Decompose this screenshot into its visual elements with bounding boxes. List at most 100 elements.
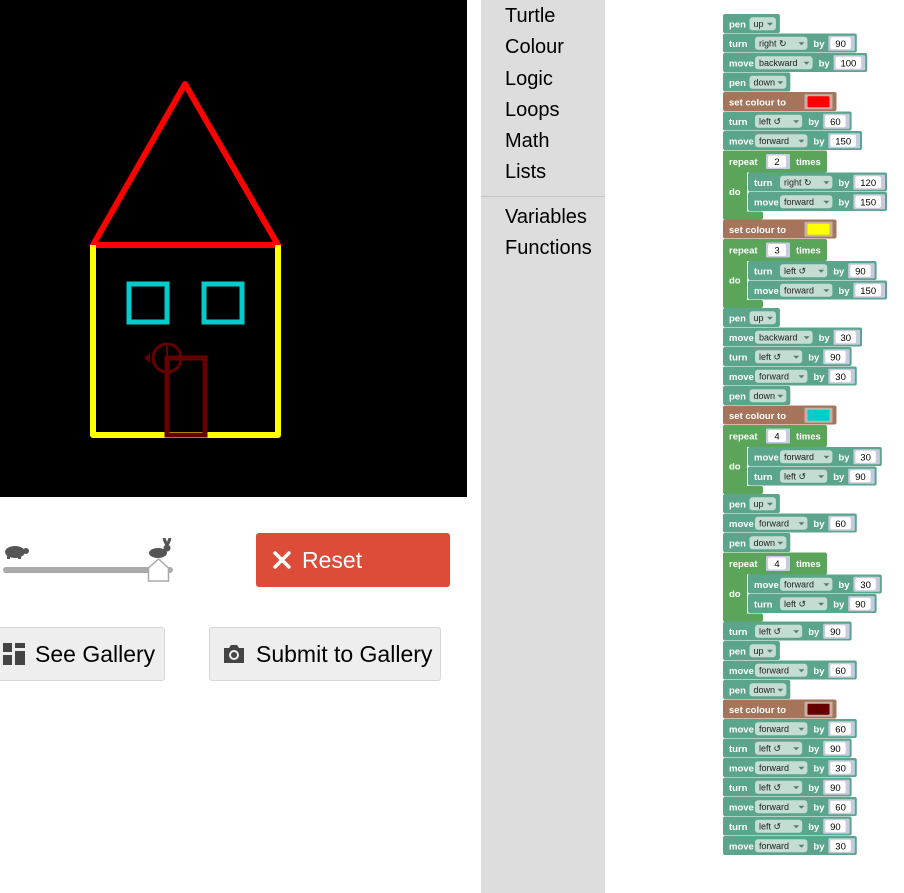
pen-dropdown[interactable]: down <box>749 75 787 89</box>
number-input[interactable]: 30 <box>828 368 855 384</box>
repeat-count-input[interactable]: 4 <box>766 556 790 571</box>
move-direction-dropdown[interactable]: forward <box>780 577 833 591</box>
speed-slider[interactable] <box>0 536 180 588</box>
move-direction-dropdown[interactable]: forward <box>755 800 808 814</box>
block-colour[interactable]: set colour to <box>723 92 837 111</box>
block-turn[interactable]: turn left ↺ by 90 <box>723 777 852 797</box>
block-move[interactable]: move forward by 60 <box>723 797 857 816</box>
move-direction-dropdown[interactable]: forward <box>755 663 808 677</box>
number-input[interactable]: 150 <box>853 194 885 210</box>
turn-direction-dropdown[interactable]: left ↺ <box>780 469 828 483</box>
block-colour[interactable]: set colour to <box>723 219 837 239</box>
block-move[interactable]: move forward by 60 <box>723 719 857 738</box>
block-move[interactable]: move backward by 100 <box>723 53 868 72</box>
block-pen[interactable]: pen up <box>723 494 780 513</box>
move-direction-dropdown[interactable]: forward <box>755 722 808 736</box>
turn-direction-dropdown[interactable]: left ↺ <box>780 264 828 278</box>
repeat-count-input[interactable]: 4 <box>766 428 790 444</box>
number-input[interactable]: 30 <box>853 576 880 592</box>
number-input[interactable]: 150 <box>828 133 860 149</box>
block-colour[interactable]: set colour to <box>723 405 837 425</box>
block-pen[interactable]: pen down <box>723 533 791 552</box>
number-input[interactable]: 100 <box>833 55 866 71</box>
toolbox-category-variables[interactable]: Variables <box>505 206 587 229</box>
number-input[interactable]: 30 <box>828 838 855 854</box>
move-direction-dropdown[interactable]: forward <box>780 195 833 209</box>
toolbox-category-colour[interactable]: Colour <box>505 36 564 59</box>
block-turn[interactable]: turn right ↻ by 90 <box>723 33 857 53</box>
repeat-count-input[interactable]: 3 <box>766 242 790 258</box>
move-direction-dropdown[interactable]: forward <box>755 134 808 148</box>
block-turn[interactable]: turn left ↺ by 90 <box>748 466 877 486</box>
turn-direction-dropdown[interactable]: left ↺ <box>755 114 803 128</box>
blocks-workspace[interactable]: pen up turn right ↻ by 90 move backward by 100 pen… <box>605 0 904 893</box>
colour-swatch[interactable] <box>807 96 830 108</box>
block-turn[interactable]: turn left ↺ by 60 <box>723 111 852 131</box>
number-input[interactable]: 60 <box>823 113 850 129</box>
see-gallery-button[interactable]: See Gallery <box>0 627 165 681</box>
block-move[interactable]: move forward by 60 <box>723 660 857 680</box>
block-turn[interactable]: turn right ↻ by 120 <box>748 172 887 192</box>
pen-dropdown[interactable]: up <box>749 644 776 658</box>
number-input[interactable]: 30 <box>833 329 860 345</box>
block-turn[interactable]: turn left ↺ by 90 <box>748 594 877 613</box>
move-direction-dropdown[interactable]: forward <box>755 369 808 383</box>
block-pen[interactable]: pen up <box>723 308 780 327</box>
block-move[interactable]: move forward by 150 <box>748 280 887 300</box>
block-pen[interactable]: pen up <box>723 641 780 660</box>
toolbox-category-math[interactable]: Math <box>505 130 549 153</box>
turn-direction-dropdown[interactable]: left ↺ <box>755 819 803 833</box>
number-input[interactable]: 150 <box>853 282 885 298</box>
colour-swatch[interactable] <box>807 703 830 715</box>
speed-thumb[interactable] <box>147 557 170 582</box>
turn-direction-dropdown[interactable]: left ↺ <box>755 780 803 794</box>
block-pen[interactable]: pen down <box>723 680 791 699</box>
block-move[interactable]: move forward by 60 <box>723 513 857 533</box>
toolbox-category-turtle[interactable]: Turtle <box>505 5 555 28</box>
block-pen[interactable]: pen up <box>723 14 780 33</box>
block-move[interactable]: move forward by 30 <box>748 574 882 594</box>
move-direction-dropdown[interactable]: backward <box>755 330 813 344</box>
speed-track[interactable] <box>3 567 173 573</box>
number-input[interactable]: 60 <box>828 799 855 815</box>
colour-swatch[interactable] <box>807 409 830 421</box>
reset-button[interactable]: Reset <box>256 533 450 587</box>
number-input[interactable]: 60 <box>828 662 855 678</box>
number-input[interactable]: 90 <box>848 263 875 279</box>
block-move[interactable]: move forward by 150 <box>748 192 887 211</box>
pen-dropdown[interactable]: down <box>749 683 787 697</box>
number-input[interactable]: 90 <box>828 35 855 51</box>
number-input[interactable]: 90 <box>823 818 850 834</box>
repeat-count-input[interactable]: 2 <box>766 154 790 169</box>
turn-direction-dropdown[interactable]: left ↺ <box>780 597 828 611</box>
number-input[interactable]: 30 <box>828 760 855 776</box>
block-turn[interactable]: turn left ↺ by 90 <box>723 347 852 366</box>
toolbox-category-functions[interactable]: Functions <box>505 237 592 260</box>
block-move[interactable]: move forward by 30 <box>723 758 857 777</box>
submit-gallery-button[interactable]: Submit to Gallery <box>209 627 441 681</box>
number-input[interactable]: 90 <box>848 596 875 612</box>
number-input[interactable]: 90 <box>823 740 850 756</box>
number-input[interactable]: 120 <box>853 174 885 190</box>
number-input[interactable]: 60 <box>828 721 855 737</box>
number-input[interactable]: 90 <box>823 623 850 639</box>
number-input[interactable]: 30 <box>853 449 880 465</box>
block-turn[interactable]: turn left ↺ by 90 <box>723 816 852 836</box>
turn-direction-dropdown[interactable]: right ↻ <box>780 175 833 189</box>
colour-swatch[interactable] <box>807 223 830 235</box>
block-move[interactable]: move forward by 30 <box>723 366 857 386</box>
toolbox-category-logic[interactable]: Logic <box>505 68 553 91</box>
block-turn[interactable]: turn left ↺ by 90 <box>748 261 877 280</box>
block-move[interactable]: move forward by 30 <box>748 447 882 466</box>
move-direction-dropdown[interactable]: forward <box>755 839 808 853</box>
move-direction-dropdown[interactable]: forward <box>780 283 833 297</box>
number-input[interactable]: 90 <box>848 468 875 484</box>
turn-direction-dropdown[interactable]: left ↺ <box>755 741 803 755</box>
pen-dropdown[interactable]: up <box>749 311 776 325</box>
pen-dropdown[interactable]: down <box>749 536 787 550</box>
pen-dropdown[interactable]: up <box>749 497 776 511</box>
block-move[interactable]: move backward by 30 <box>723 327 862 347</box>
move-direction-dropdown[interactable]: backward <box>755 56 813 70</box>
number-input[interactable]: 90 <box>823 349 850 365</box>
pen-dropdown[interactable]: up <box>749 17 776 31</box>
